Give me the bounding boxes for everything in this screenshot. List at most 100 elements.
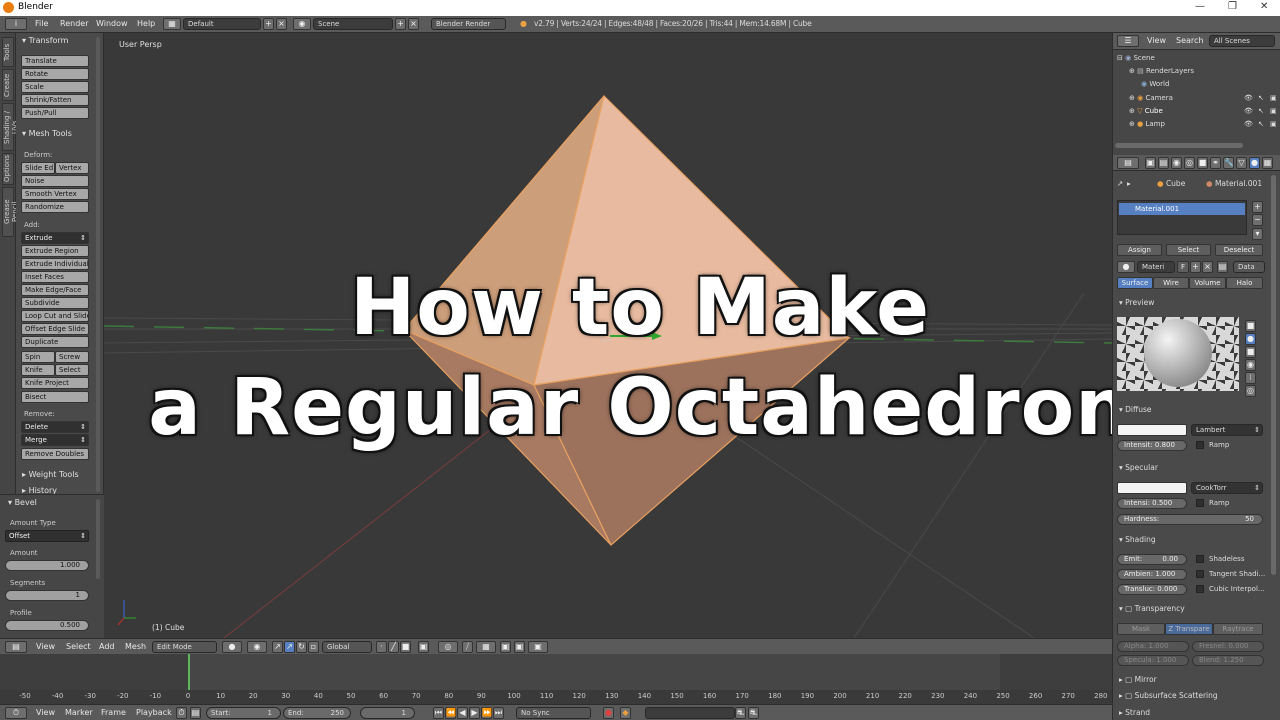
shrink-fatten-button[interactable]: Shrink/Fatten: [21, 94, 89, 106]
face-select-icon[interactable]: ■: [400, 641, 411, 653]
material-slots-list[interactable]: Material.001: [1117, 200, 1247, 235]
pivot-point-icon[interactable]: ◉: [247, 641, 267, 653]
mode-select[interactable]: Edit Mode: [152, 641, 217, 653]
transparency-ztransp-tab[interactable]: Z Transpare: [1165, 623, 1213, 635]
transparency-mask-tab[interactable]: Mask: [1117, 623, 1165, 635]
limit-selection-icon[interactable]: ▣: [418, 641, 429, 653]
weight-tools-panel-header[interactable]: ▸ Weight Tools: [22, 470, 79, 479]
specular-color-swatch[interactable]: [1117, 482, 1187, 494]
lock-icon[interactable]: ▤: [190, 707, 201, 719]
tab-tools[interactable]: Tools: [2, 37, 14, 67]
render-camera-icon[interactable]: ▣: [1270, 94, 1277, 102]
specular-shader-select[interactable]: CookTorr ⇕: [1191, 482, 1263, 494]
material-tab-icon[interactable]: ●: [1249, 157, 1260, 169]
modifiers-tab-icon[interactable]: 🔧: [1223, 157, 1234, 169]
alpha-slider[interactable]: Alpha: 1.000: [1117, 641, 1189, 652]
specular-intensity-slider[interactable]: Intensi: 0.500: [1117, 498, 1187, 509]
knife-button[interactable]: Knife: [21, 364, 55, 376]
blend-slider[interactable]: Blend: 1.250: [1192, 655, 1264, 666]
add-scene-button[interactable]: +: [395, 18, 406, 30]
object-tab-icon[interactable]: ■: [1197, 157, 1208, 169]
vertex-slide-button[interactable]: Vertex: [55, 162, 89, 174]
render-preview-icon[interactable]: ▣: [500, 641, 511, 653]
material-slot-item[interactable]: Material.001: [1119, 203, 1245, 215]
mesh-tools-panel-header[interactable]: ▾ Mesh Tools: [22, 129, 72, 138]
current-frame-field[interactable]: 1: [360, 707, 415, 719]
smooth-vertex-button[interactable]: Smooth Vertex: [21, 188, 89, 200]
amount-type-select[interactable]: Offset ⇕: [5, 530, 89, 542]
translate-button[interactable]: Translate: [21, 55, 89, 67]
camera-icon[interactable]: ▣: [514, 641, 525, 653]
jump-start-icon[interactable]: ⏮: [433, 707, 444, 719]
menu-add[interactable]: Add: [99, 642, 115, 651]
transform-orientation-select[interactable]: Global: [322, 641, 372, 653]
manipulator-toggle-icon[interactable]: ↗: [272, 641, 283, 653]
add-layout-button[interactable]: +: [263, 18, 274, 30]
randomize-button[interactable]: Randomize: [21, 201, 89, 213]
bisect-button[interactable]: Bisect: [21, 391, 89, 403]
emit-slider[interactable]: Emit: 0.00: [1117, 554, 1187, 565]
add-slot-button[interactable]: +: [1252, 201, 1263, 213]
profile-slider[interactable]: 0.500: [5, 620, 89, 631]
maximize-icon[interactable]: ❐: [1228, 1, 1237, 12]
tab-shading-uvs[interactable]: Shading / UVs: [2, 103, 19, 151]
render-camera-icon[interactable]: ▣: [1270, 107, 1277, 115]
render-icon[interactable]: ▣: [528, 641, 548, 653]
preview-world-icon[interactable]: ◎: [1245, 385, 1256, 397]
preview-monkey-icon[interactable]: ◉: [1245, 359, 1256, 371]
properties-scrollbar[interactable]: [1271, 175, 1276, 575]
breadcrumb-material[interactable]: ● Material.001: [1206, 179, 1262, 188]
screw-button[interactable]: Screw: [55, 351, 89, 363]
menu-frame[interactable]: Frame: [101, 708, 126, 717]
render-tab-icon[interactable]: ▣: [1145, 157, 1156, 169]
preview-cube-icon[interactable]: ■: [1245, 346, 1256, 358]
ambient-slider[interactable]: Ambien: 1.000: [1117, 569, 1187, 580]
hardness-slider[interactable]: Hardness: 50: [1117, 514, 1263, 525]
diffuse-shader-select[interactable]: Lambert ⇕: [1191, 424, 1263, 436]
new-material-button[interactable]: +: [1190, 261, 1201, 273]
tangent-shading-checkbox[interactable]: [1196, 570, 1204, 578]
outliner-item-renderlayers[interactable]: ⊕ ▤ RenderLayers: [1129, 67, 1194, 75]
merge-dropdown[interactable]: Merge ⇕: [21, 434, 89, 446]
transform-panel-header[interactable]: ▾ Transform: [22, 36, 68, 45]
editor-type-icon[interactable]: ▤: [5, 641, 27, 653]
select-arrow-icon[interactable]: ↖: [1258, 107, 1264, 115]
tab-halo[interactable]: Halo: [1226, 277, 1263, 289]
specular-ramp-checkbox[interactable]: [1196, 499, 1204, 507]
remove-layout-button[interactable]: ×: [276, 18, 287, 30]
keying-set-icon[interactable]: ◆: [620, 707, 631, 719]
rotate-button[interactable]: Rotate: [21, 68, 89, 80]
material-name-field[interactable]: Materi: [1137, 261, 1175, 273]
close-icon[interactable]: ✕: [1260, 1, 1268, 12]
menu-help[interactable]: Help: [137, 19, 155, 28]
menu-file[interactable]: File: [35, 19, 48, 28]
render-layers-tab-icon[interactable]: ▤: [1158, 157, 1169, 169]
menu-window[interactable]: Window: [96, 19, 128, 28]
tab-volume[interactable]: Volume: [1189, 277, 1226, 289]
sss-panel-header[interactable]: ▸ ▢ Subsurface Scattering: [1119, 691, 1218, 700]
specular-panel-header[interactable]: ▾ Specular: [1119, 463, 1158, 472]
constraints-tab-icon[interactable]: ⚭: [1210, 157, 1221, 169]
remove-scene-button[interactable]: ×: [408, 18, 419, 30]
outliner-item-lamp[interactable]: ⊕ ● Lamp: [1129, 120, 1165, 128]
menu-render[interactable]: Render: [60, 19, 88, 28]
visibility-eye-icon[interactable]: 👁: [1244, 107, 1253, 115]
pin-icon[interactable]: ↗: [1117, 179, 1123, 188]
outliner-item-world[interactable]: ◉ World: [1141, 80, 1169, 88]
bevel-scrollbar[interactable]: [96, 499, 100, 579]
amount-slider[interactable]: 1.000: [5, 560, 89, 571]
insert-keyframe-icon[interactable]: ⛐: [735, 707, 746, 719]
outliner-item-cube[interactable]: ⊕ ▽ Cube: [1129, 107, 1163, 115]
proportional-edit-icon[interactable]: ◎: [438, 641, 458, 653]
unlink-material-button[interactable]: ×: [1202, 261, 1213, 273]
data-tab-icon[interactable]: ▽: [1236, 157, 1247, 169]
transparency-raytrace-tab[interactable]: Raytrace: [1213, 623, 1263, 635]
snap-element-icon[interactable]: ▦: [476, 641, 496, 653]
visibility-eye-icon[interactable]: 👁: [1244, 120, 1253, 128]
scene-tab-icon[interactable]: ◉: [1171, 157, 1182, 169]
extrude-individual-button[interactable]: Extrude Individual: [21, 258, 89, 270]
mirror-panel-header[interactable]: ▸ ▢ Mirror: [1119, 675, 1157, 684]
layout-field[interactable]: Default: [183, 18, 261, 30]
remove-slot-button[interactable]: −: [1252, 214, 1263, 226]
jump-end-icon[interactable]: ⏭: [493, 707, 504, 719]
